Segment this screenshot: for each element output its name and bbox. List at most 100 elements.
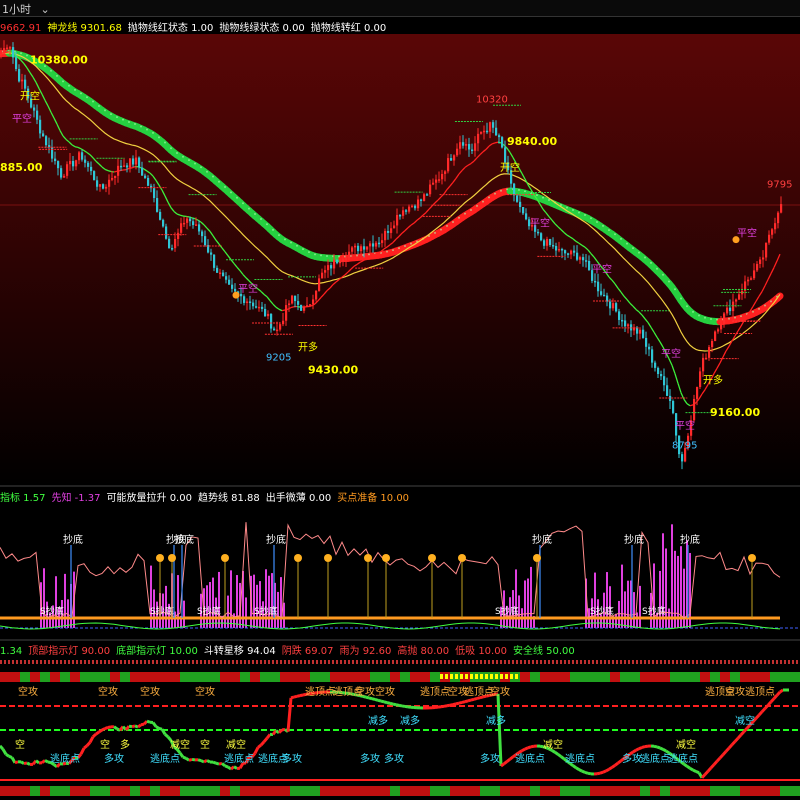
candle-body	[117, 165, 120, 176]
candle-body	[114, 175, 117, 179]
band-dot	[206, 170, 208, 173]
status-strip-cell	[620, 786, 630, 796]
candle-body	[111, 178, 114, 180]
band-dot	[230, 191, 232, 194]
candle-body	[777, 212, 780, 224]
candle-body	[558, 248, 561, 251]
band-dot	[86, 96, 88, 99]
band-dot	[338, 255, 340, 258]
status-strip-cell	[290, 672, 300, 682]
tick-mark	[420, 660, 422, 664]
status-strip-cell	[420, 786, 430, 796]
status-strip-cell	[760, 786, 770, 796]
status-strip-cell	[300, 672, 310, 682]
top-signal-label: 空攻	[355, 685, 375, 698]
band-dot	[452, 221, 454, 224]
oscillator-segment	[131, 724, 136, 729]
tick-mark	[716, 660, 718, 664]
candle-body	[327, 265, 330, 271]
band-dot	[50, 69, 52, 72]
band-dot	[266, 223, 268, 226]
candle-body	[84, 159, 87, 163]
tick-mark	[320, 660, 322, 664]
tick-mark	[184, 660, 186, 664]
tick-mark	[564, 660, 566, 664]
oscillator-segment	[638, 746, 643, 751]
status-strip-cell	[70, 786, 80, 796]
tick-mark	[40, 660, 42, 664]
tick-mark	[772, 660, 774, 664]
status-strip-cell	[120, 786, 130, 796]
status-strip-cell	[60, 672, 70, 682]
candle-body	[294, 295, 297, 302]
candle-body	[732, 301, 735, 312]
tick-mark	[620, 660, 622, 664]
oscillator-segment	[506, 757, 511, 763]
status-strip-cell	[270, 672, 280, 682]
candle-body	[219, 272, 222, 275]
candle-body	[210, 252, 213, 255]
top-signal-label: 空攻	[98, 685, 118, 698]
candle-body	[471, 149, 474, 152]
status-strip-cell	[230, 786, 240, 796]
status-strip-cell	[20, 672, 30, 682]
chao-label: 抄底	[63, 533, 83, 546]
status-strip-cell	[680, 786, 690, 796]
histogram-bar	[618, 600, 620, 628]
bottom-label: S抄底	[197, 605, 221, 617]
bottom-label: S抄底	[590, 605, 614, 617]
status-strip-cell	[400, 672, 410, 682]
candle-body	[18, 69, 21, 82]
band-dot	[368, 253, 370, 256]
status-strip-cell	[350, 786, 360, 796]
tick-mark	[352, 660, 354, 664]
tick-mark	[160, 660, 162, 664]
status-strip-cell	[360, 672, 370, 682]
band-dot	[92, 100, 94, 103]
status-strip-cell	[340, 672, 350, 682]
tick-mark	[424, 660, 426, 664]
candle-body	[630, 324, 633, 331]
tick-mark	[628, 660, 630, 664]
candle-body	[261, 306, 264, 309]
oscillator-segment	[101, 727, 106, 732]
candle-body	[399, 214, 402, 217]
oscillator-segment	[299, 693, 304, 698]
candle-body	[621, 319, 624, 322]
candle-body	[402, 210, 405, 216]
highlight-dot	[495, 674, 498, 679]
price-annotation: 9160.00	[710, 406, 760, 419]
status-strip-cell	[250, 786, 260, 796]
status-strip-cell	[610, 672, 620, 682]
oscillator-segment	[395, 703, 400, 707]
candle-body	[648, 346, 651, 350]
oscillator-segment	[446, 703, 451, 708]
candle-body	[486, 130, 489, 133]
oscillator-segment	[5, 753, 10, 758]
candle-body	[372, 243, 375, 247]
status-strip-cell	[30, 672, 40, 682]
oscillator-segment	[215, 761, 220, 766]
oscillator-segment	[458, 700, 463, 705]
status-strip-cell	[400, 786, 410, 796]
candle-body	[75, 160, 78, 167]
tick-mark	[608, 660, 610, 664]
candle-body	[582, 257, 585, 261]
candle-body	[360, 246, 363, 252]
tick-mark	[668, 660, 670, 664]
oscillator-segment	[142, 720, 149, 726]
tick-mark	[404, 660, 406, 664]
candle-body	[381, 240, 384, 243]
band-dot	[458, 216, 460, 219]
highlight-dot	[505, 674, 508, 679]
candle-body	[192, 221, 195, 226]
candle-body	[174, 238, 177, 249]
histogram-bar	[283, 602, 285, 628]
histogram-bar	[527, 578, 529, 628]
status-strip-cell	[380, 672, 390, 682]
oscillator-segment	[575, 766, 580, 771]
status-strip-cell	[50, 786, 60, 796]
histogram-bar	[624, 591, 626, 628]
status-strip-cell	[470, 786, 480, 796]
status-strip-cell	[100, 786, 110, 796]
